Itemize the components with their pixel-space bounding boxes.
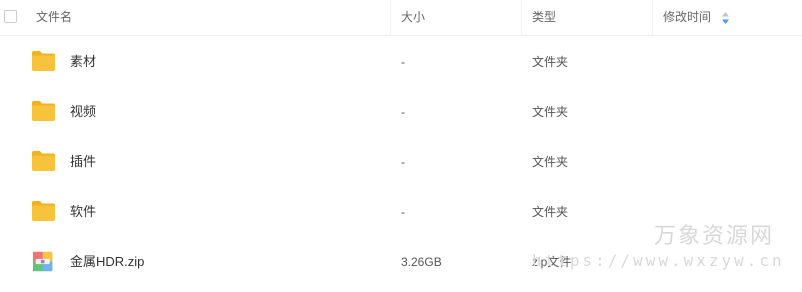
- column-divider[interactable]: [652, 0, 653, 35]
- file-name[interactable]: 插件: [70, 137, 96, 187]
- column-divider[interactable]: [390, 0, 391, 35]
- column-header-type[interactable]: 类型: [532, 0, 556, 35]
- file-row[interactable]: 插件 - 文件夹: [0, 137, 802, 187]
- file-row[interactable]: 素材 - 文件夹: [0, 37, 802, 87]
- file-type: 文件夹: [532, 105, 569, 119]
- file-size: -: [401, 105, 405, 119]
- column-header-size[interactable]: 大小: [401, 0, 425, 35]
- file-type: 文件夹: [532, 205, 569, 219]
- sort-icon[interactable]: [722, 12, 729, 24]
- file-name[interactable]: 金属HDR.zip: [70, 237, 144, 287]
- file-name[interactable]: 视频: [70, 87, 96, 137]
- file-type: 文件夹: [532, 55, 569, 69]
- file-list-header: 文件名 大小 类型 修改时间: [0, 0, 802, 36]
- file-size: -: [401, 155, 405, 169]
- watermark-title: 万象资源网: [654, 224, 775, 249]
- file-name[interactable]: 素材: [70, 37, 96, 87]
- folder-icon: [32, 201, 55, 221]
- folder-icon: [32, 101, 55, 121]
- folder-icon: [32, 151, 55, 171]
- file-size: -: [401, 55, 405, 69]
- file-list: 文件名 大小 类型 修改时间 素材 - 文件夹 视频 - 文件夹 插件 - 文件…: [0, 0, 802, 292]
- file-size: 3.26GB: [401, 255, 442, 269]
- column-header-modified[interactable]: 修改时间: [663, 0, 711, 35]
- column-header-name[interactable]: 文件名: [36, 0, 72, 35]
- file-row[interactable]: 视频 - 文件夹: [0, 87, 802, 137]
- watermark-url: https://www.wxzyw.cn: [532, 251, 785, 270]
- file-type: 文件夹: [532, 155, 569, 169]
- column-divider[interactable]: [521, 0, 522, 35]
- file-size: -: [401, 205, 405, 219]
- file-name[interactable]: 软件: [70, 187, 96, 237]
- folder-icon: [32, 51, 55, 71]
- select-all-checkbox[interactable]: [4, 10, 17, 23]
- zip-archive-icon: [33, 251, 53, 272]
